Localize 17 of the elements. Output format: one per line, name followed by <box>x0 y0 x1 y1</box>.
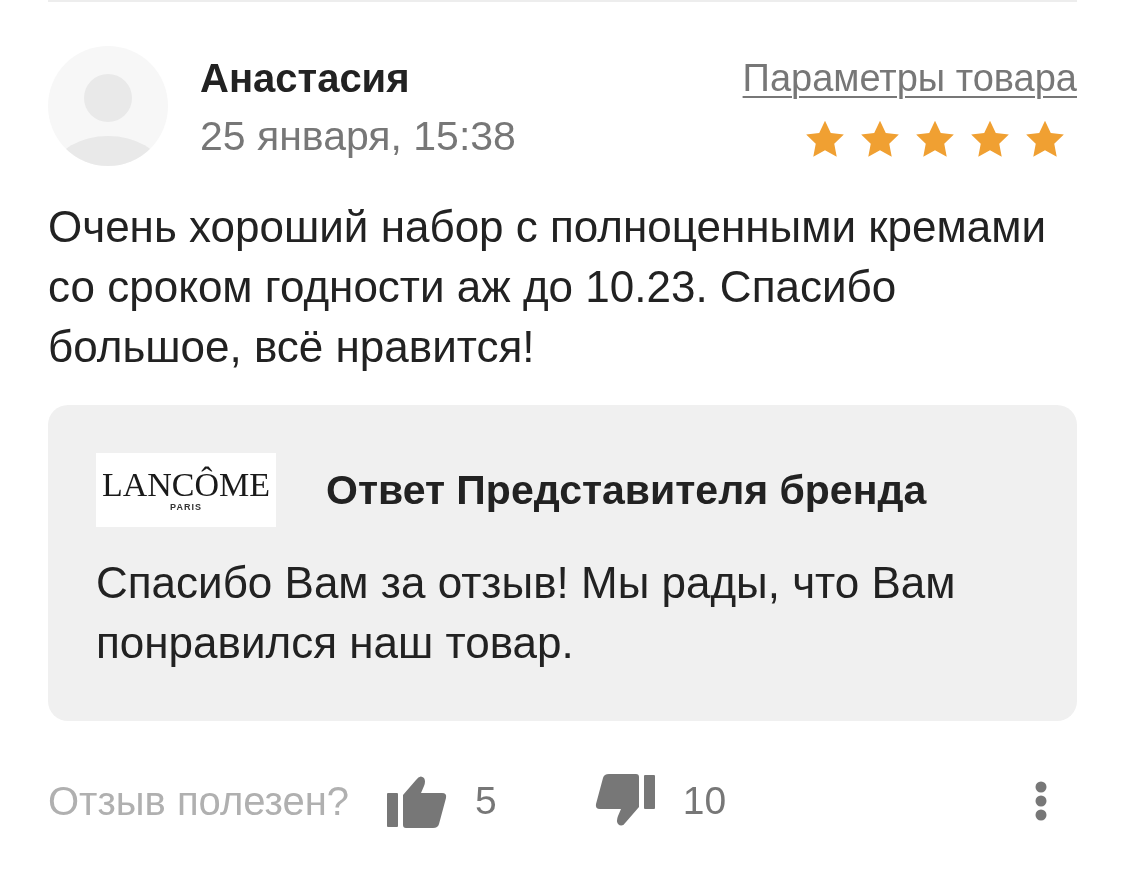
star-icon <box>805 120 845 158</box>
reply-title: Ответ Представителя бренда <box>326 466 927 514</box>
review-text: Очень хороший набор с полноценными кремами со сроком годности аж до 10.23. Спасибо большое, всё нравится! <box>48 201 1047 373</box>
reply-text: Спасибо Вам за отзыв! Мы рады, что Вам понравился наш товар. <box>96 557 957 669</box>
more-options-icon[interactable] <box>1035 781 1047 821</box>
dislike-button[interactable]: 10 <box>594 773 727 829</box>
like-button[interactable]: 5 <box>387 773 497 829</box>
helpful-question: Отзыв полезен? <box>48 779 350 823</box>
review-date: 25 января, 15:38 <box>200 114 517 158</box>
author-name: Анастасия <box>200 56 411 100</box>
star-icon <box>1025 120 1065 158</box>
logo-wordmark: LANCÔME <box>101 468 271 502</box>
star-icon <box>970 120 1010 158</box>
product-parameters-link[interactable]: Параметры товара <box>742 56 1077 100</box>
star-icon <box>915 120 955 158</box>
star-icon <box>860 120 900 158</box>
logo-subtitle: PARIS <box>170 502 202 512</box>
